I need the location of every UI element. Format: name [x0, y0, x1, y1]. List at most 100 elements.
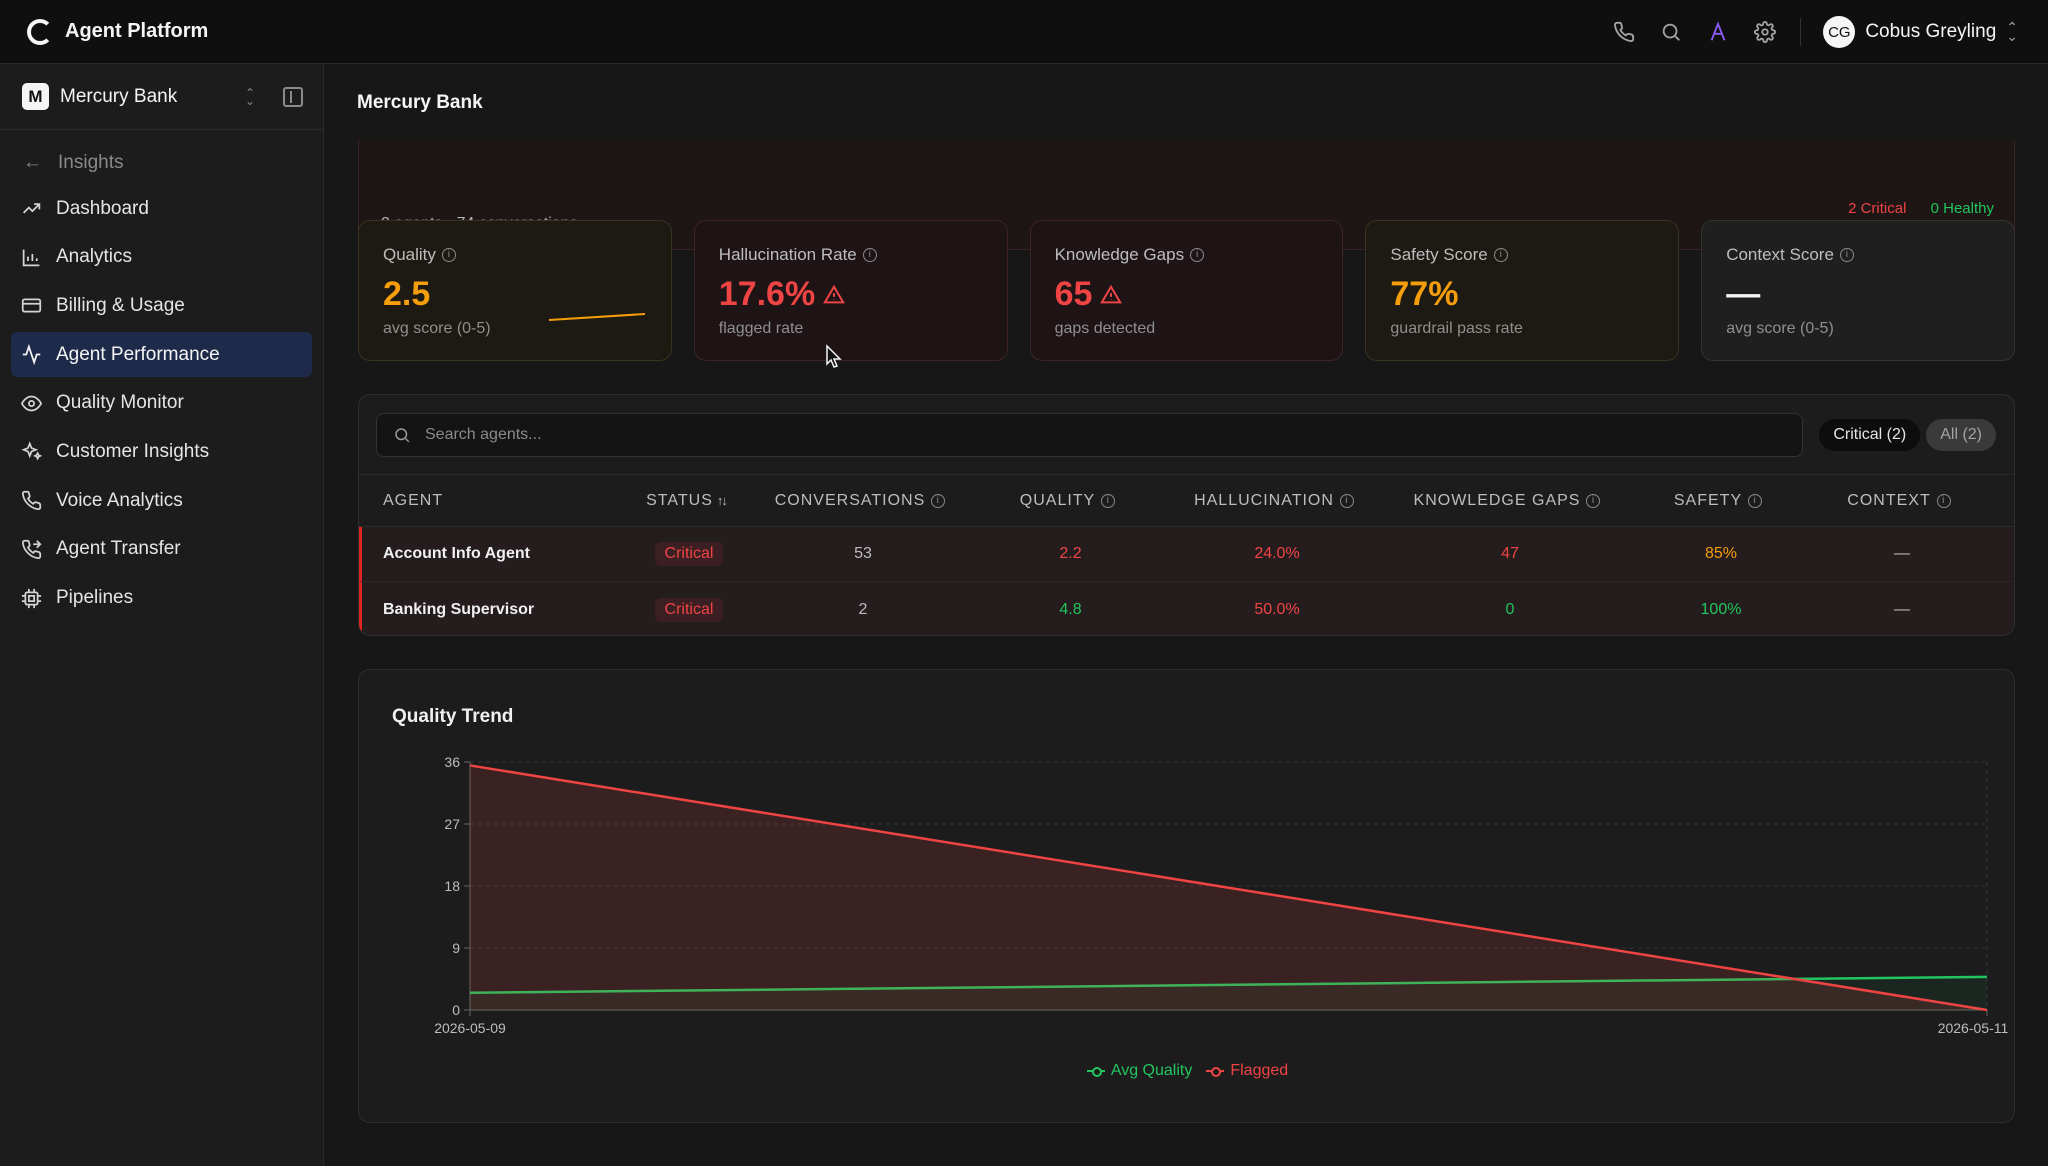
kpi-subtitle: guardrail pass rate [1390, 320, 1523, 337]
phone-icon[interactable] [1611, 19, 1637, 45]
kpi-hallucination-rate: Hallucination Rate i 17.6% flagged rate [693, 220, 1008, 361]
chevron-updown-icon: ⌃ ⌄ [2006, 19, 2018, 44]
table-row[interactable]: Account Info Agent Critical 53 2.2 24.0%… [359, 527, 2014, 582]
info-icon[interactable]: i [1839, 248, 1854, 262]
info-icon[interactable]: i [1586, 493, 1601, 508]
search-icon[interactable] [1658, 19, 1684, 45]
chart-legend: Avg Quality Flagged [359, 1062, 2016, 1080]
legend-item-flagged[interactable]: Flagged [1206, 1062, 1288, 1080]
col-safety[interactable]: SAFETY i [1632, 492, 1804, 510]
app-logo-icon [27, 18, 53, 45]
sidebar-item-voice-analytics[interactable]: Voice Analytics [11, 478, 312, 523]
x-tick-label: 2026-05-11 [1938, 1020, 2009, 1036]
col-hallucination[interactable]: HALLUCINATION i [1166, 492, 1382, 510]
user-name: Cobus Greyling [1865, 21, 1997, 42]
workspace-name: Mercury Bank [60, 85, 178, 107]
sidebar-item-agent-performance[interactable]: Agent Performance [11, 332, 312, 378]
sidebar: M Mercury Bank ⌃ ⌄ ← Insights Dashboard A… [0, 64, 324, 1166]
chevron-updown-icon[interactable]: ⌃ ⌄ [245, 87, 255, 107]
brand[interactable]: Agent Platform [27, 18, 208, 45]
page-header [325, 64, 2048, 140]
quality-cell: 4.8 [1059, 600, 1082, 618]
kpi-label: Safety Score i [1390, 245, 1654, 265]
sidebar-item-label: Agent Transfer [56, 538, 181, 560]
info-icon[interactable]: i [931, 493, 946, 508]
banner-status-counts: 2 Critical 0 Healthy [1848, 200, 1994, 217]
font-icon[interactable] [1705, 19, 1731, 45]
info-icon[interactable]: i [1748, 493, 1763, 508]
col-knowledge-gaps[interactable]: KNOWLEDGE GAPS i [1382, 492, 1632, 510]
status-cell: Critical [624, 542, 754, 566]
quality-trend-card: Quality Trend 0 9 18 27 36 2026-05-09 2026-05-… [358, 669, 2015, 1123]
sidebar-item-billing[interactable]: Billing & Usage [11, 283, 312, 328]
search-input[interactable] [425, 425, 1803, 444]
back-link-label: Insights [58, 152, 124, 173]
info-icon[interactable]: i [1936, 493, 1951, 508]
mouse-cursor-icon [826, 344, 842, 368]
kpi-context-score: Context Score i — avg score (0-5) [1701, 220, 2015, 361]
legend-label: Avg Quality [1110, 1062, 1193, 1079]
info-icon[interactable]: i [441, 248, 456, 262]
info-icon[interactable]: i [1101, 493, 1116, 508]
sidebar-item-pipelines[interactable]: Pipelines [11, 576, 312, 621]
kpi-subtitle: gaps detected [1054, 320, 1156, 337]
y-tick-label: 18 [444, 878, 460, 894]
table-row[interactable]: Banking Supervisor Critical 2 4.8 50.0% … [359, 582, 2014, 635]
sparkline [548, 313, 646, 321]
info-icon[interactable]: i [1493, 248, 1508, 262]
workspace-switcher[interactable]: M Mercury Bank ⌃ ⌄ [0, 64, 323, 130]
kpi-value: 65 [1055, 275, 1319, 314]
search-box[interactable] [376, 412, 1804, 457]
filter-critical[interactable]: Critical (2) [1819, 418, 1921, 451]
info-icon[interactable]: i [1339, 493, 1354, 508]
info-icon[interactable]: i [1190, 248, 1205, 262]
status-badge: Critical [654, 597, 724, 622]
col-agent[interactable]: AGENT [359, 492, 621, 510]
critical-count: 2 Critical [1848, 200, 1907, 217]
col-conversations[interactable]: CONVERSATIONS i [751, 492, 969, 510]
gear-icon[interactable] [1752, 19, 1778, 45]
user-menu[interactable]: CG Cobus Greyling ⌃ ⌄ [1823, 16, 2018, 48]
hallucination-cell: 24.0% [1254, 545, 1300, 562]
trending-up-icon [23, 203, 41, 214]
eye-icon [21, 395, 42, 412]
y-tick-label: 0 [452, 1002, 460, 1018]
back-link[interactable]: ← Insights [11, 140, 312, 186]
legend-item-avg-quality[interactable]: Avg Quality [1086, 1062, 1193, 1080]
safety-cell: 85% [1704, 545, 1738, 562]
sidebar-item-quality-monitor[interactable]: Quality Monitor [11, 381, 312, 426]
sort-icon[interactable]: ↑↓ [717, 493, 728, 508]
kpi-subtitle: flagged rate [718, 320, 804, 337]
conversations-cell: 53 [854, 545, 872, 562]
conversations-cell: 2 [858, 600, 868, 618]
sidebar-item-agent-transfer[interactable]: Agent Transfer [11, 527, 312, 572]
sidebar-item-label: Dashboard [56, 197, 149, 219]
y-tick-label: 27 [444, 816, 460, 832]
col-quality[interactable]: QUALITY i [969, 492, 1166, 510]
kpi-value: 77% [1390, 275, 1459, 313]
sidebar-collapse-icon[interactable] [283, 86, 303, 107]
sidebar-item-dashboard[interactable]: Dashboard [11, 186, 312, 231]
status-filters: Critical (2) All (2) [1819, 418, 1996, 451]
sidebar-item-label: Analytics [56, 246, 133, 268]
sidebar-item-label: Quality Monitor [56, 392, 184, 414]
kpi-label: Quality i [383, 245, 647, 265]
sidebar-item-label: Agent Performance [56, 343, 220, 365]
kpi-value: — [1726, 275, 1761, 313]
sidebar-item-label: Billing & Usage [56, 294, 185, 316]
credit-card-icon [21, 298, 42, 313]
col-context[interactable]: CONTEXT i [1804, 492, 1994, 510]
info-icon[interactable]: i [862, 248, 877, 262]
table-toolbar: Critical (2) All (2) [359, 395, 2014, 475]
sidebar-item-customer-insights[interactable]: Customer Insights [11, 429, 312, 474]
status-badge: Critical [654, 542, 724, 566]
col-status[interactable]: STATUS ↑↓ [621, 492, 751, 510]
filter-all[interactable]: All (2) [1926, 418, 1996, 451]
sidebar-item-label: Pipelines [56, 587, 134, 608]
knowledge-gaps-cell: 47 [1501, 545, 1519, 562]
warning-icon [1100, 284, 1123, 303]
agents-table-card: Critical (2) All (2) AGENT STATUS↑↓ CONV… [358, 394, 2015, 636]
sidebar-item-analytics[interactable]: Analytics [11, 235, 312, 280]
knowledge-gaps-cell: 0 [1505, 600, 1515, 618]
main-content: 2 agents · 74 conversations 2 Critical 0… [325, 64, 2048, 1166]
